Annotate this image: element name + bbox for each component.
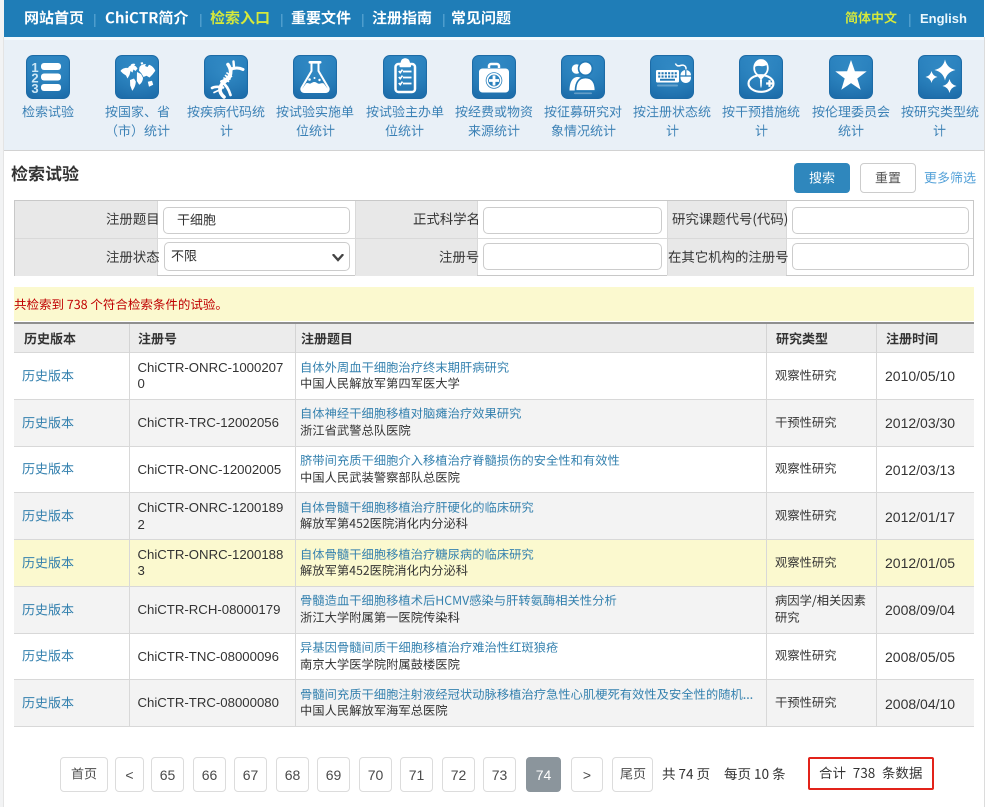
svg-text:3: 3 xyxy=(31,81,38,96)
